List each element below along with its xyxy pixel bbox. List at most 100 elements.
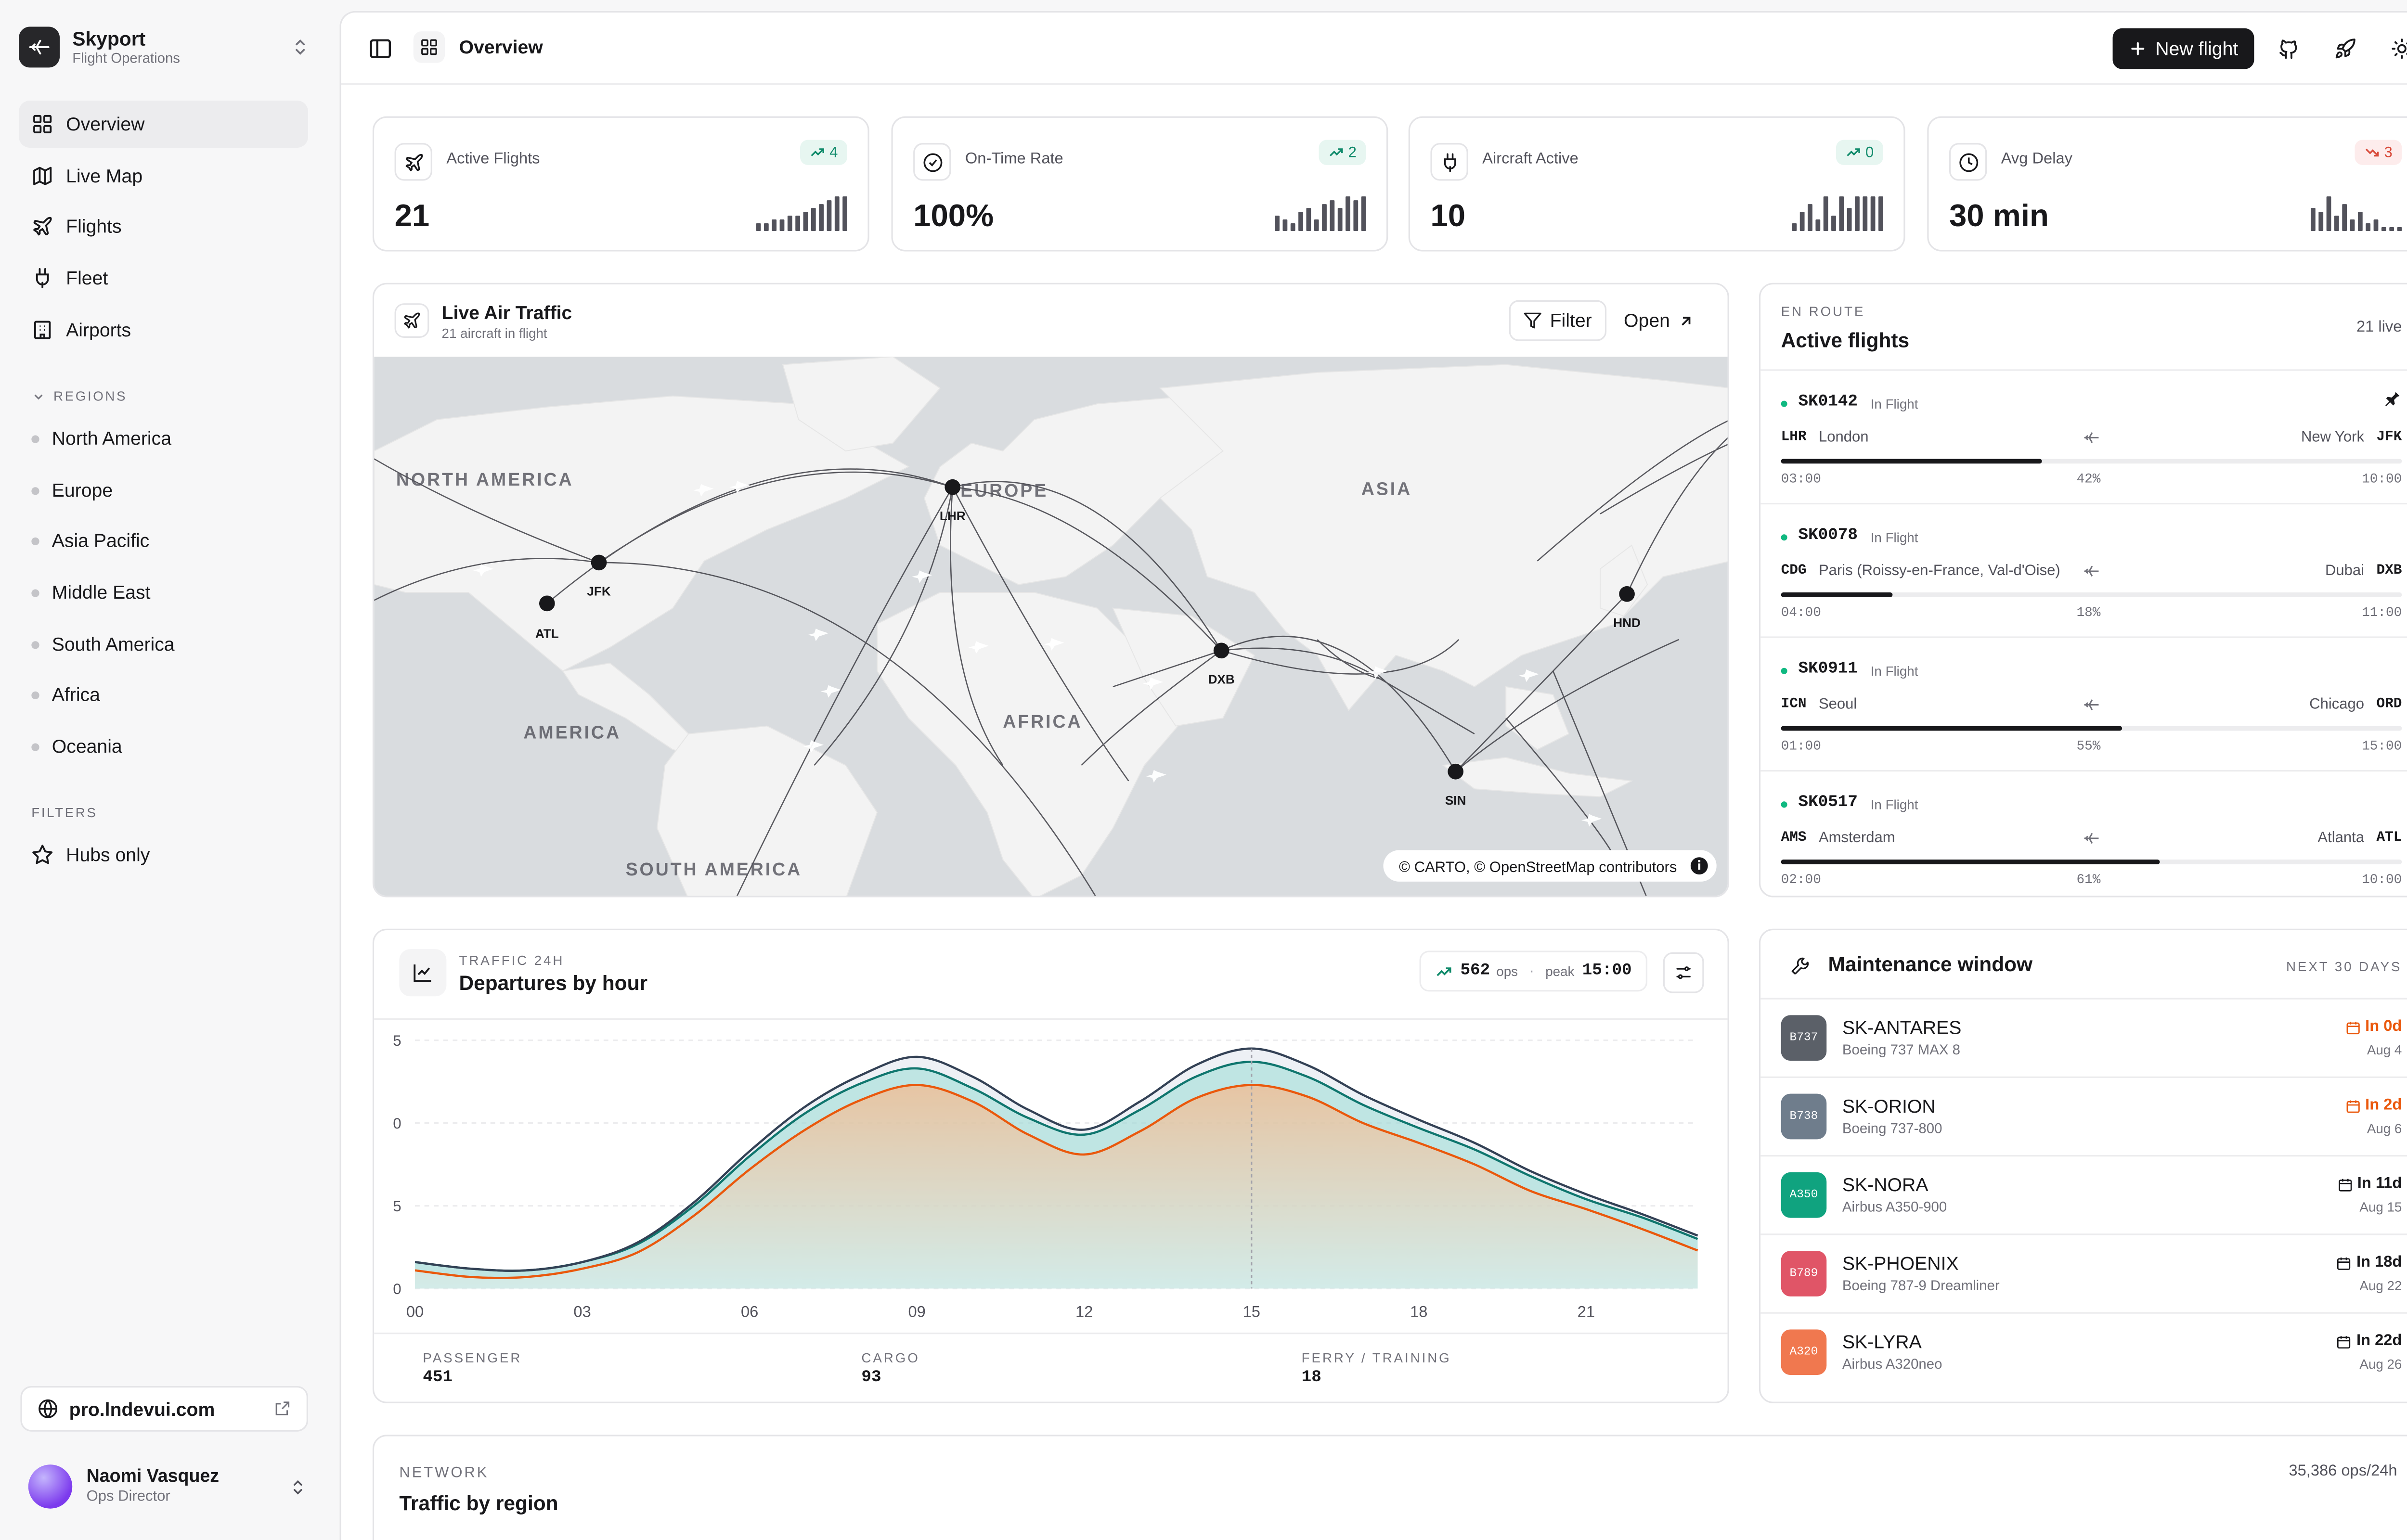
new-flight-button[interactable]: New flight	[2112, 28, 2254, 69]
sparkline-bar	[1863, 196, 1868, 231]
nav-item-airports[interactable]: Airports	[19, 306, 308, 353]
due-in: In 2d	[2345, 1097, 2402, 1114]
status-dot	[1781, 801, 1787, 808]
peak-value: 15:00	[1582, 962, 1632, 981]
filter-hubs-only[interactable]: Hubs only	[31, 837, 150, 872]
flight-row[interactable]: SK0078 In Flight CDG Paris (Roissy-en-Fr…	[1760, 504, 2407, 638]
plug-icon	[1430, 143, 1468, 181]
sparkline-bar	[1878, 196, 1883, 231]
map-label-south-america: SOUTH AMERICA	[626, 859, 802, 879]
flight-row[interactable]: SK0142 In Flight LHR London New York JFK…	[1760, 371, 2407, 505]
nav-item-fleet[interactable]: Fleet	[19, 255, 308, 302]
airport-marker-atl[interactable]	[539, 595, 555, 612]
world-map[interactable]: NORTH AMERICA EUROPE ASIA AFRICA AMERICA…	[374, 357, 1729, 897]
airport-marker-jfk[interactable]	[591, 554, 607, 571]
pin-icon[interactable]	[2383, 390, 2402, 409]
map-attribution: © CARTO, © OpenStreetMap contributors	[1383, 850, 1717, 882]
aircraft-type-badge: A350	[1781, 1172, 1827, 1218]
airport-marker-hnd[interactable]	[1619, 586, 1635, 602]
sparkline-bar	[1290, 223, 1295, 231]
aircraft-model: Boeing 737 MAX 8	[1842, 1041, 1961, 1058]
chart-settings-button[interactable]	[1663, 952, 1704, 993]
wrench-icon	[1791, 957, 1809, 975]
region-asia-pacific[interactable]: Asia Pacific	[31, 523, 308, 558]
kpi-delta: 2	[1348, 143, 1357, 161]
sparkline-bar	[1823, 196, 1828, 231]
origin-city: Amsterdam	[1818, 830, 1895, 847]
origin-city: Paris (Roissy-en-France, Val-d'Oise)	[1818, 562, 2060, 580]
filter-button[interactable]: Filter	[1509, 300, 1606, 341]
airport-label-lhr: LHR	[940, 509, 966, 523]
maintenance-row[interactable]: A350 SK-NORA Airbus A350-900 In 11d Aug …	[1760, 1156, 2407, 1235]
airport-marker-lhr[interactable]	[945, 479, 961, 495]
region-north-america[interactable]: North America	[31, 421, 308, 456]
flight-list[interactable]: SK0142 In Flight LHR London New York JFK…	[1760, 371, 2407, 896]
sidebar-toggle-icon[interactable]	[368, 36, 393, 61]
footer-value-cargo: 93	[861, 1369, 881, 1388]
rocket-icon[interactable]	[2334, 38, 2356, 60]
nav-label: Fleet	[66, 267, 108, 290]
calendar-icon	[2337, 1257, 2351, 1270]
flight-row[interactable]: SK0911 In Flight ICN Seoul Chicago ORD 0…	[1760, 638, 2407, 772]
maintenance-row[interactable]: B789 SK-PHOENIX Boeing 787-9 Dreamliner …	[1760, 1235, 2407, 1314]
region-oceania[interactable]: Oceania	[31, 729, 308, 764]
map-label-europe: EUROPE	[960, 480, 1048, 500]
ops-summary: 562 ops · peak 15:00	[1419, 950, 1648, 992]
maintenance-row[interactable]: B738 SK-ORION Boeing 737-800 In 2d Aug 6	[1760, 1078, 2407, 1157]
check-circle-icon	[913, 143, 951, 181]
due-date: Aug 26	[2359, 1356, 2402, 1372]
region-africa[interactable]: Africa	[31, 677, 308, 712]
airport-marker-sin[interactable]	[1448, 763, 1463, 780]
card-title: Live Air Traffic	[441, 301, 572, 324]
workspace-switcher[interactable]: Skyport Flight Operations	[19, 22, 311, 72]
footer-value-passenger: 451	[423, 1369, 453, 1388]
site-link[interactable]: pro.lndevui.com	[20, 1386, 308, 1432]
user-menu[interactable]: Naomi Vasquez Ops Director	[28, 1462, 308, 1512]
footer-label-ferry: FERRY / TRAINING	[1301, 1349, 1451, 1366]
departure-time: 02:00	[1781, 872, 1821, 888]
sliders-icon	[1676, 966, 1691, 979]
region-middle-east[interactable]: Middle East	[31, 575, 308, 610]
aircraft-type-badge: B789	[1781, 1251, 1827, 1296]
sparkline-bar	[819, 204, 824, 231]
trend-up-icon	[1436, 966, 1451, 975]
kpi-delta: 0	[1865, 143, 1874, 161]
aircraft-type-badge: A320	[1781, 1329, 1827, 1375]
progress-track	[1781, 592, 2402, 597]
maintenance-row[interactable]: B737 SK-ANTARES Boeing 737 MAX 8 In 0d A…	[1760, 1000, 2407, 1078]
nav-item-flights[interactable]: Flights	[19, 203, 308, 250]
region-europe[interactable]: Europe	[31, 473, 308, 508]
sparkline-bar	[1353, 200, 1359, 231]
progress-track	[1781, 726, 2402, 731]
top-bar: Overview New flight	[341, 13, 2407, 85]
region-label: Europe	[52, 479, 113, 501]
region-south-america[interactable]: South America	[31, 627, 308, 662]
sparkline-bar	[1330, 200, 1335, 231]
origin-code: CDG	[1781, 562, 1807, 578]
sparkline-bar	[1831, 216, 1836, 231]
departure-time: 03:00	[1781, 471, 1821, 488]
github-icon[interactable]	[2278, 38, 2300, 60]
departures-area-chart[interactable]: 505000 03 06 09 12 15 18 21	[374, 1021, 1727, 1329]
ops-unit: ops	[1496, 963, 1518, 979]
nav-item-live-map[interactable]: Live Map	[19, 152, 308, 199]
sun-icon[interactable]	[2391, 38, 2407, 60]
kpi-card-on-time-rate: On-Time Rate 100% 2	[891, 116, 1388, 252]
kpi-delta: 3	[2384, 143, 2393, 161]
nav-item-overview[interactable]: Overview	[19, 100, 308, 148]
airport-marker-dxb[interactable]	[1213, 642, 1229, 659]
sparkline-bar	[811, 208, 816, 231]
due-in: In 11d	[2337, 1175, 2402, 1193]
due-label: In 18d	[2356, 1254, 2402, 1271]
kpi-value: 30 min	[1949, 199, 2049, 234]
avatar	[28, 1464, 73, 1509]
sparkline-bar	[787, 216, 792, 231]
aircraft-model: Airbus A350-900	[1842, 1199, 1947, 1215]
maintenance-row[interactable]: A320 SK-LYRA Airbus A320neo In 22d Aug 2…	[1760, 1314, 2407, 1392]
attribution-text: © CARTO, © OpenStreetMap contributors	[1399, 859, 1677, 875]
open-map-button[interactable]: Open	[1624, 300, 1695, 341]
due-date: Aug 4	[2367, 1041, 2402, 1058]
main-nav: Overview Live Map Flights Fleet Airports	[19, 100, 308, 358]
flight-row[interactable]: SK0517 In Flight AMS Amsterdam Atlanta A…	[1760, 771, 2407, 896]
regions-section-toggle[interactable]: REGIONS	[31, 388, 127, 404]
